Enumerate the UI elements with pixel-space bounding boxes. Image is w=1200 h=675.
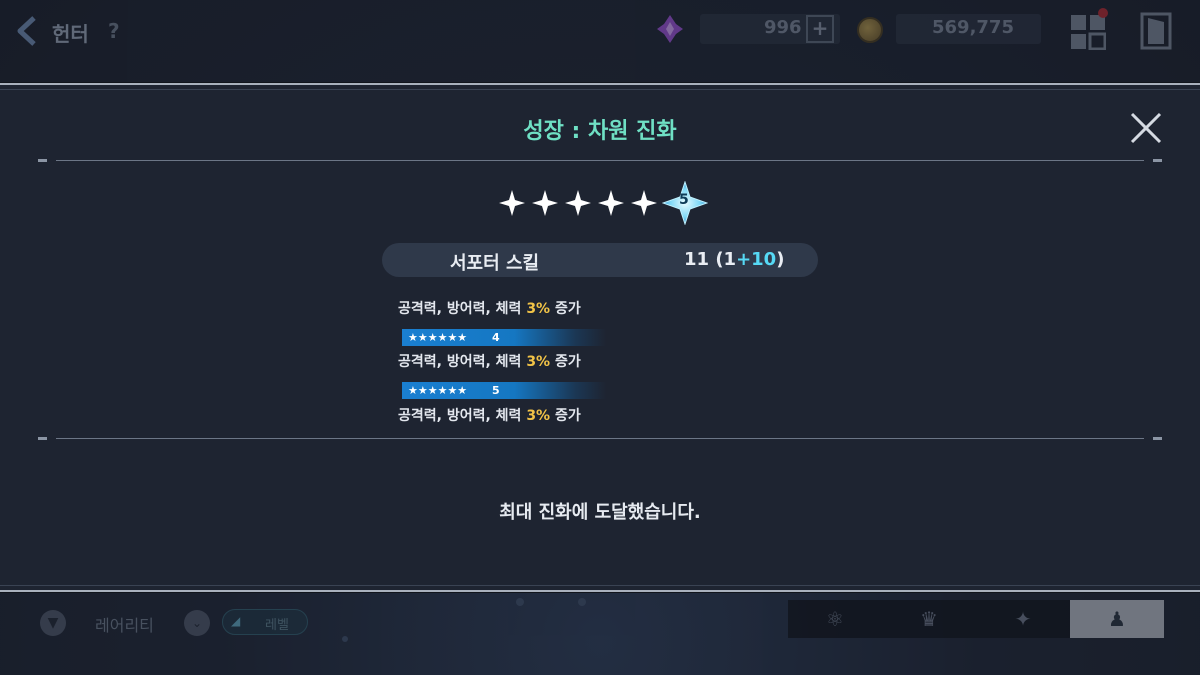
star-icon	[565, 190, 591, 216]
tier-bar: ★★★★★★ 4	[402, 329, 606, 346]
section-divider	[38, 434, 1162, 444]
top-bar: 헌터 ? 996 + 569,775	[0, 0, 1200, 62]
filter-icon[interactable]: ▼	[40, 610, 66, 636]
supporter-skill-bar: 서포터 스킬 11 (1+10)	[382, 243, 818, 277]
star-icon	[598, 190, 624, 216]
max-evolution-message: 최대 진화에 도달했습니다.	[499, 502, 701, 523]
tier-number: 4	[492, 331, 500, 344]
bg-decoration	[342, 636, 348, 642]
skill-level: 11 (1+10)	[684, 249, 785, 270]
tier-stars: ★★★★★★	[408, 331, 468, 344]
star-rating: 5	[498, 181, 718, 225]
evolution-modal: 성장 : 차원 진화 5 서포터 스킬 11 (1+10) 공격력, 방어력, …	[0, 83, 1200, 592]
bg-decoration	[516, 598, 524, 606]
level-sort-pill[interactable]: ◢ 레벨	[222, 609, 308, 635]
level-sort-label: 레벨	[265, 618, 289, 633]
exit-door-icon[interactable]	[1140, 12, 1172, 50]
tab-atom-icon[interactable]: ⚛	[788, 600, 882, 638]
skill-name: 서포터 스킬	[450, 253, 540, 274]
star-icon	[499, 190, 525, 216]
modal-title: 성장 : 차원 진화	[523, 119, 677, 144]
gold-coin-icon	[857, 17, 883, 43]
screen-title: 헌터	[52, 22, 89, 46]
category-tabs: ⚛ ♛ ✦ ♟	[788, 600, 1164, 638]
tier-number: 5	[492, 384, 500, 397]
star-icon	[532, 190, 558, 216]
modal-border-top	[0, 89, 1200, 90]
help-icon[interactable]: ?	[108, 19, 120, 43]
rarity-filter-label[interactable]: 레어리티	[95, 612, 154, 636]
tab-compass-icon[interactable]: ✦	[976, 600, 1070, 638]
effect-line: 공격력, 방어력, 체력 3% 증가	[398, 408, 581, 424]
notification-dot	[1098, 8, 1108, 18]
section-divider	[38, 156, 1162, 166]
sort-order-icon: ◢	[231, 614, 241, 628]
bg-decoration	[578, 598, 586, 606]
tab-crown-icon[interactable]: ♛	[882, 600, 976, 638]
evolution-level-badge: 5	[679, 192, 689, 208]
effect-line: 공격력, 방어력, 체력 3% 증가	[398, 301, 581, 317]
star-icon	[631, 190, 657, 216]
tier-bar: ★★★★★★ 5	[402, 382, 606, 399]
gem-icon	[657, 15, 683, 43]
modal-border-bottom	[0, 585, 1200, 586]
gold-count: 569,775	[932, 17, 1014, 38]
tab-person-icon[interactable]: ♟	[1070, 600, 1164, 638]
effect-line: 공격력, 방어력, 체력 3% 증가	[398, 354, 581, 370]
back-arrow-icon[interactable]	[12, 14, 42, 48]
sort-chevron-icon[interactable]: ⌄	[184, 610, 210, 636]
grid-menu-icon[interactable]	[1070, 14, 1106, 50]
close-icon[interactable]	[1128, 111, 1164, 145]
add-gems-button[interactable]: +	[806, 15, 834, 43]
gem-count: 996	[764, 17, 802, 38]
tier-stars: ★★★★★★	[408, 384, 468, 397]
